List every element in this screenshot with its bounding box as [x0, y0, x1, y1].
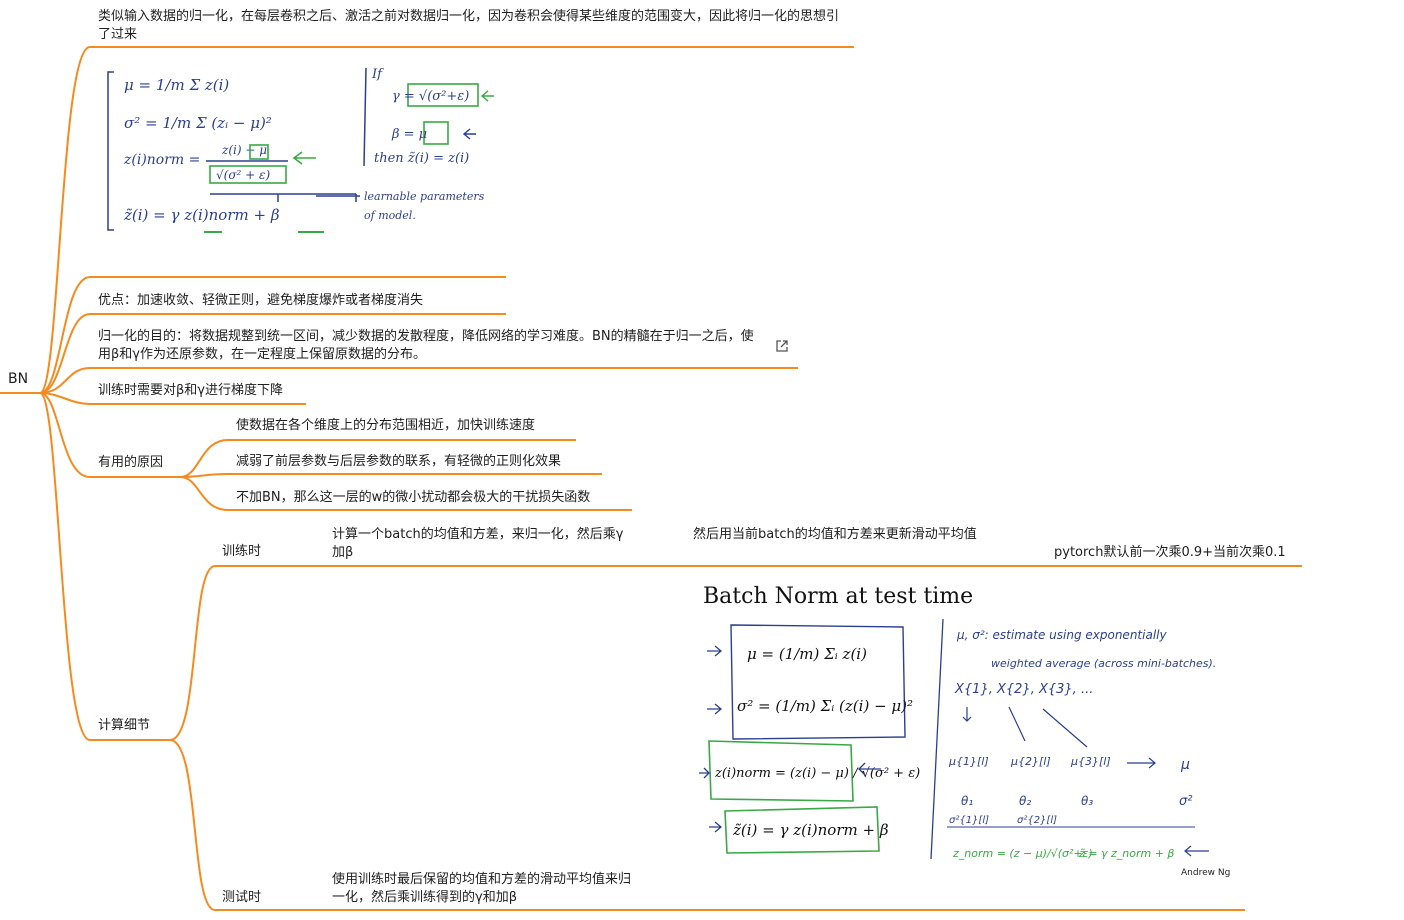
img1-right-2: γ = √(σ²+ε)	[392, 89, 469, 104]
img2-note-15: z̃ = γ z_norm + β	[1078, 847, 1174, 860]
bn-formula-image: μ = 1/m Σ z(i) σ² = 1/m Σ (zᵢ − μ)² z(i)…	[98, 62, 497, 244]
img2-note-2: weighted average (across mini-batches).	[991, 657, 1216, 670]
testing-node[interactable]: 测试时	[222, 889, 261, 907]
img2-formula-3: z(i)norm = (z(i) − μ) / √(σ² + ε)	[714, 766, 920, 781]
img2-note-1: μ, σ²: estimate using exponentially	[956, 628, 1167, 642]
img2-note-4: μ{1}[l]	[948, 755, 989, 768]
intro-node[interactable]: 类似输入数据的归一化，在每层卷积之后、激活之前对数据归一化，因为卷积会使得某些维…	[98, 8, 848, 44]
img1-line-5: √(σ² + ε)	[216, 168, 270, 182]
reason-item-2-underline	[228, 473, 602, 475]
img2-note-3: X{1}, X{2}, X{3}, ...	[954, 682, 1093, 697]
advantages-text: 优点：加速收敛、轻微正则，避免梯度爆炸或者梯度消失	[98, 293, 424, 308]
img1-line-3: z(i)norm =	[123, 152, 200, 168]
reason-item-1[interactable]: 使数据在各个维度上的分布范围相近，加快训练速度	[236, 417, 535, 435]
training-step-1-text: 计算一个batch的均值和方差，来归一化，然后乘γ加β	[332, 527, 624, 560]
advantages-underline	[90, 313, 506, 315]
img2-note-9: θ₂	[1019, 794, 1031, 808]
img1-right-5: learnable parameters	[364, 190, 485, 203]
img2-note-10: θ₃	[1081, 794, 1093, 808]
img2-formula-2: σ² = (1/m) Σᵢ (z(i) − μ)²	[737, 697, 913, 715]
training-node[interactable]: 训练时	[222, 543, 261, 561]
img1-line-1: μ = 1/m Σ z(i)	[124, 76, 229, 94]
reason-item-3-underline	[228, 509, 632, 511]
img2-note-12: σ²{1}[l]	[949, 815, 989, 826]
training-step-3[interactable]: pytorch默认前一次乘0.9+当前次乘0.1	[1054, 544, 1286, 562]
reason-item-2-text: 减弱了前层参数与后层参数的联系，有轻微的正则化效果	[236, 454, 562, 469]
img2-note-8: θ₁	[961, 794, 973, 808]
training-underline	[215, 565, 1302, 567]
reason-item-1-underline	[228, 439, 576, 441]
training-grad-node[interactable]: 训练时需要对β和γ进行梯度下降	[98, 382, 318, 400]
img2-note-14: z_norm = (z − μ)/√(σ²+ε)	[952, 847, 1093, 860]
batchnorm-test-time-image: Batch Norm at test time μ = (1/m) Σᵢ z(i…	[695, 579, 1237, 878]
root-label: BN	[8, 371, 29, 387]
img2-note-6: μ{3}[l]	[1070, 755, 1111, 768]
img2-formula-1: μ = (1/m) Σᵢ z(i)	[747, 645, 867, 663]
intro-text: 类似输入数据的归一化，在每层卷积之后、激活之前对数据归一化，因为卷积会使得某些维…	[98, 9, 840, 42]
img1-line-6: z̃(i) = γ z(i)norm + β	[123, 206, 280, 224]
training-step-1[interactable]: 计算一个batch的均值和方差，来归一化，然后乘γ加β	[332, 526, 632, 562]
root-node[interactable]: BN	[8, 370, 28, 388]
purpose-node[interactable]: 归一化的目的：将数据规整到统一区间，减少数据的发散程度，降低网络的学习难度。BN…	[98, 328, 758, 364]
reason-item-3[interactable]: 不加BN，那么这一层的w的微小扰动都会极大的干扰损失函数	[236, 489, 590, 507]
useful-reasons-label: 有用的原因	[98, 455, 164, 470]
testing-text-node[interactable]: 使用训练时最后保留的均值和方差的滑动平均值来归一化，然后乘训练得到的γ和加β	[332, 871, 632, 907]
image1-underline	[90, 276, 506, 278]
external-link-icon[interactable]	[775, 339, 789, 353]
purpose-underline	[90, 367, 798, 369]
reason-item-3-text: 不加BN，那么这一层的w的微小扰动都会极大的干扰损失函数	[236, 490, 591, 505]
intro-underline	[90, 46, 854, 48]
useful-reasons-underline	[90, 476, 182, 478]
img2-credit: Andrew Ng	[1181, 868, 1230, 878]
img1-right-3: β = μ	[391, 127, 427, 142]
img2-note-11: σ²	[1179, 794, 1192, 809]
img2-note-5: μ{2}[l]	[1010, 755, 1051, 768]
img2-formula-4: z̃(i) = γ z(i)norm + β	[732, 821, 889, 839]
training-step-2[interactable]: 然后用当前batch的均值和方差来更新滑动平均值	[693, 526, 989, 544]
training-label: 训练时	[222, 544, 262, 559]
img2-title: Batch Norm at test time	[703, 584, 973, 609]
img1-line-2: σ² = 1/m Σ (zᵢ − μ)²	[124, 114, 272, 132]
training-grad-underline	[90, 403, 306, 405]
img2-note-7: μ	[1180, 757, 1190, 773]
calc-details-node[interactable]: 计算细节	[98, 717, 150, 735]
img1-right-4: then z̃(i) = z(i)	[374, 151, 469, 166]
testing-text: 使用训练时最后保留的均值和方差的滑动平均值来归一化，然后乘训练得到的γ和加β	[332, 872, 632, 905]
testing-underline	[215, 909, 1245, 911]
advantages-node[interactable]: 优点：加速收敛、轻微正则，避免梯度爆炸或者梯度消失	[98, 292, 518, 310]
reason-item-2[interactable]: 减弱了前层参数与后层参数的联系，有轻微的正则化效果	[236, 453, 561, 471]
training-step-3-text: pytorch默认前一次乘0.9+当前次乘0.1	[1054, 545, 1286, 560]
img1-right-6: of model.	[364, 209, 416, 222]
reason-item-1-text: 使数据在各个维度上的分布范围相近，加快训练速度	[236, 418, 536, 433]
useful-reasons-node[interactable]: 有用的原因	[98, 454, 163, 472]
testing-label: 测试时	[222, 890, 262, 905]
training-grad-text: 训练时需要对β和γ进行梯度下降	[98, 383, 283, 398]
training-step-2-text: 然后用当前batch的均值和方差来更新滑动平均值	[693, 527, 977, 542]
img2-note-13: σ²{2}[l]	[1017, 815, 1057, 826]
calc-details-underline	[90, 739, 172, 741]
purpose-text: 归一化的目的：将数据规整到统一区间，减少数据的发散程度，降低网络的学习难度。BN…	[98, 329, 754, 362]
calc-details-label: 计算细节	[98, 718, 151, 733]
